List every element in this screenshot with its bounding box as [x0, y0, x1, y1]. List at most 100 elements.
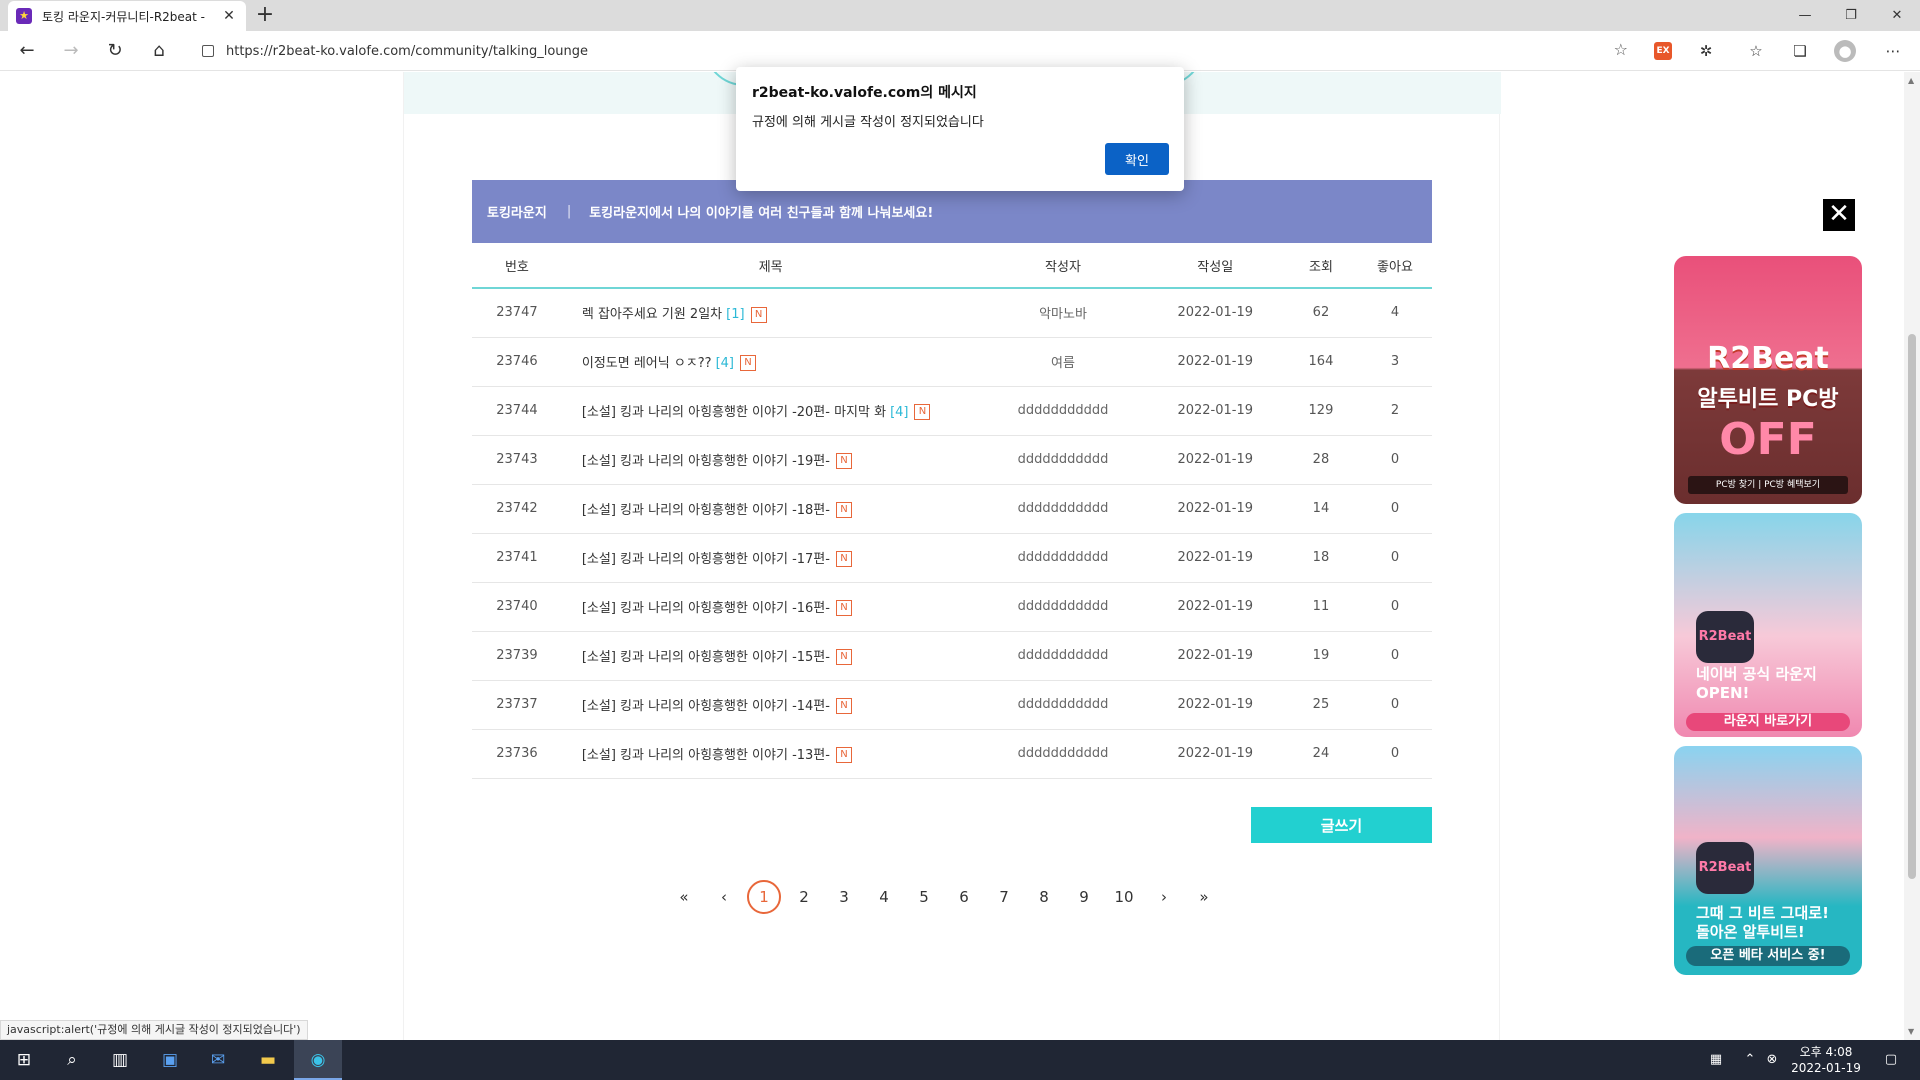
scroll-up-icon[interactable]: ▲ [1908, 76, 1914, 85]
more-menu-icon[interactable]: ⋯ [1882, 40, 1904, 62]
table-row[interactable]: 23740 [소설] 킹과 나리의 아힝흥행한 이야기 -16편- Nddddddd… [472, 582, 1432, 632]
open-beta-banner[interactable]: R2Beat 그때 그 비트 그대로! 돌아온 알투비트! 오픈 베타 서비스 … [1674, 746, 1862, 975]
tray-overflow-icon[interactable]: ⌃ [1740, 1040, 1760, 1080]
post-title-cell[interactable]: [소설] 킹과 나리의 아힝흥행한 이야기 -19편- N [561, 435, 980, 485]
table-row[interactable]: 23736 [소설] 킹과 나리의 아힝흥행한 이야기 -13편- Nddddddd… [472, 729, 1432, 779]
page-9-button[interactable]: 9 [1064, 888, 1104, 906]
extension-icon[interactable]: EX [1654, 42, 1672, 60]
lounge-link-button[interactable]: 라운지 바로가기 [1686, 713, 1850, 731]
post-title-cell[interactable]: [소설] 킹과 나리의 아힝흥행한 이야기 -14편- N [561, 680, 980, 730]
post-title-cell[interactable]: [소설] 킹과 나리의 아힝흥행한 이야기 -17편- N [561, 533, 980, 583]
favorite-add-icon[interactable]: ☆ [1614, 40, 1628, 59]
post-number: 23744 [472, 386, 562, 436]
post-title-link[interactable]: [소설] 킹과 나리의 아힝흥행한 이야기 -19편- [582, 454, 830, 469]
home-icon[interactable]: ⌂ [144, 37, 174, 65]
post-title-link[interactable]: [소설] 킹과 나리의 아힝흥행한 이야기 -14편- [582, 699, 830, 714]
page-3-button[interactable]: 3 [824, 888, 864, 906]
task-view-icon[interactable]: ▥ [96, 1040, 144, 1080]
post-title-cell[interactable]: [소설] 킹과 나리의 아힝흥행한 이야기 -18편- N [561, 484, 980, 534]
page-6-button[interactable]: 6 [944, 888, 984, 906]
post-author[interactable]: ddddddddddd [979, 631, 1147, 681]
post-title-link[interactable]: 이정도면 레어닉 ㅇㅈ?? [582, 356, 712, 371]
post-title-cell[interactable]: 이정도면 레어닉 ㅇㅈ?? [4] N [561, 337, 980, 387]
start-icon[interactable]: ⊞ [0, 1040, 48, 1080]
table-row[interactable]: 23742 [소설] 킹과 나리의 아힝흥행한 이야기 -18편- Nddddddd… [472, 484, 1432, 534]
file-explorer-icon[interactable]: ▬ [244, 1040, 292, 1080]
table-row[interactable]: 23744 [소설] 킹과 나리의 아힝흥행한 이야기 -20편- 마지막 화 [4… [472, 386, 1432, 436]
table-row[interactable]: 23739 [소설] 킹과 나리의 아힝흥행한 이야기 -15편- Nddddddd… [472, 631, 1432, 681]
post-title-link[interactable]: [소설] 킹과 나리의 아힝흥행한 이야기 -16편- [582, 601, 830, 616]
minimize-icon[interactable]: — [1782, 0, 1828, 31]
table-row[interactable]: 23746 이정도면 레어닉 ㅇㅈ?? [4] N 여름 2022-01-19 164 3 [472, 337, 1432, 387]
post-author[interactable]: 여름 [979, 337, 1147, 387]
window-close-icon[interactable]: ✕ [1874, 0, 1920, 31]
system-clock[interactable]: 오후 4:08 2022-01-19 [1786, 1044, 1866, 1076]
post-author[interactable]: ddddddddddd [979, 680, 1147, 730]
store-icon[interactable]: ▣ [146, 1040, 194, 1080]
restore-icon[interactable]: ❐ [1828, 0, 1874, 31]
table-row[interactable]: 23747 렉 잡아주세요 기원 2일차 [1] N 악마노바 2022-01-19 62 4 [472, 288, 1432, 338]
post-title-link[interactable]: 렉 잡아주세요 기원 2일차 [582, 307, 722, 322]
post-title-cell[interactable]: [소설] 킹과 나리의 아힝흥행한 이야기 -15편- N [561, 631, 980, 681]
post-title-cell[interactable]: [소설] 킹과 나리의 아힝흥행한 이야기 -20편- 마지막 화 [4] N [561, 386, 980, 436]
page-2-button[interactable]: 2 [784, 888, 824, 906]
page-8-button[interactable]: 8 [1024, 888, 1064, 906]
network-icon[interactable]: ⊗ [1762, 1040, 1782, 1080]
banner-links[interactable]: PC방 찾기 | PC방 혜택보기 [1688, 476, 1848, 494]
write-post-button[interactable]: 글쓰기 [1251, 807, 1432, 843]
post-author[interactable]: ddddddddddd [979, 533, 1147, 583]
post-title-cell[interactable]: [소설] 킹과 나리의 아힝흥행한 이야기 -16편- N [561, 582, 980, 632]
extensions-puzzle-icon[interactable]: ✲ [1695, 40, 1717, 62]
prev-page-button[interactable]: ‹ [704, 888, 744, 906]
page-scrollbar[interactable]: ▲ ▼ [1904, 72, 1920, 1040]
page-4-button[interactable]: 4 [864, 888, 904, 906]
new-tab-icon[interactable]: + [252, 3, 278, 29]
reload-icon[interactable]: ↻ [100, 37, 130, 65]
profile-avatar[interactable]: ● [1834, 40, 1856, 62]
page-5-button[interactable]: 5 [904, 888, 944, 906]
collections-icon[interactable]: ❏ [1789, 40, 1811, 62]
mail-icon[interactable]: ✉ [194, 1040, 242, 1080]
dialog-ok-button[interactable]: 확인 [1105, 143, 1169, 175]
page-1-button[interactable]: 1 [747, 880, 781, 914]
post-views: 24 [1283, 729, 1358, 779]
post-author[interactable]: ddddddddddd [979, 435, 1147, 485]
table-row[interactable]: 23741 [소설] 킹과 나리의 아힝흥행한 이야기 -17편- Nddddddd… [472, 533, 1432, 583]
banner-close-icon[interactable]: ✕ [1823, 199, 1855, 231]
post-title-cell[interactable]: 렉 잡아주세요 기원 2일차 [1] N [561, 288, 980, 338]
post-author[interactable]: ddddddddddd [979, 484, 1147, 534]
edge-browser-icon[interactable]: ◉ [294, 1040, 342, 1080]
back-icon[interactable]: ← [12, 37, 42, 65]
page-7-button[interactable]: 7 [984, 888, 1024, 906]
post-author[interactable]: 악마노바 [979, 288, 1147, 338]
address-bar[interactable]: https://r2beat-ko.valofe.com/community/t… [190, 36, 1638, 66]
post-title-cell[interactable]: [소설] 킹과 나리의 아힝흥행한 이야기 -13편- N [561, 729, 980, 779]
favorites-icon[interactable]: ☆ [1745, 40, 1767, 62]
open-beta-button[interactable]: 오픈 베타 서비스 중! [1686, 946, 1850, 966]
next-page-button[interactable]: › [1144, 888, 1184, 906]
naver-lounge-banner[interactable]: R2Beat 네이버 공식 라운지 OPEN! 라운지 바로가기 [1674, 513, 1862, 737]
post-title-link[interactable]: [소설] 킹과 나리의 아힝흥행한 이야기 -17편- [582, 552, 830, 567]
first-page-button[interactable]: « [664, 888, 704, 906]
browser-tab[interactable]: ★ 토킹 라운지-커뮤니티-R2beat - ✕ [8, 1, 246, 31]
post-title-link[interactable]: [소설] 킹과 나리의 아힝흥행한 이야기 -18편- [582, 503, 830, 518]
keyboard-icon[interactable]: ▦ [1704, 1040, 1728, 1080]
notification-icon[interactable]: ▢ [1876, 1040, 1906, 1080]
search-icon[interactable]: ⌕ [48, 1040, 96, 1080]
table-row[interactable]: 23737 [소설] 킹과 나리의 아힝흥행한 이야기 -14편- Nddddddd… [472, 680, 1432, 730]
post-title-link[interactable]: [소설] 킹과 나리의 아힝흥행한 이야기 -20편- 마지막 화 [582, 405, 886, 420]
post-author[interactable]: ddddddddddd [979, 582, 1147, 632]
post-author[interactable]: ddddddddddd [979, 386, 1147, 436]
table-row[interactable]: 23743 [소설] 킹과 나리의 아힝흥행한 이야기 -19편- Nddddddd… [472, 435, 1432, 485]
pc-bang-banner[interactable]: R2Beat 알투비트 PC방 OFF PC방 찾기 | PC방 혜택보기 [1674, 256, 1862, 504]
post-likes: 0 [1357, 680, 1432, 730]
post-title-link[interactable]: [소설] 킹과 나리의 아힝흥행한 이야기 -13편- [582, 748, 830, 763]
forward-icon[interactable]: → [56, 37, 86, 65]
tab-close-icon[interactable]: ✕ [220, 8, 238, 24]
post-author[interactable]: ddddddddddd [979, 729, 1147, 779]
last-page-button[interactable]: » [1184, 888, 1224, 906]
scroll-down-icon[interactable]: ▼ [1908, 1027, 1914, 1036]
page-10-button[interactable]: 10 [1104, 888, 1144, 906]
post-title-link[interactable]: [소설] 킹과 나리의 아힝흥행한 이야기 -15편- [582, 650, 830, 665]
scrollbar-thumb[interactable] [1908, 334, 1916, 879]
